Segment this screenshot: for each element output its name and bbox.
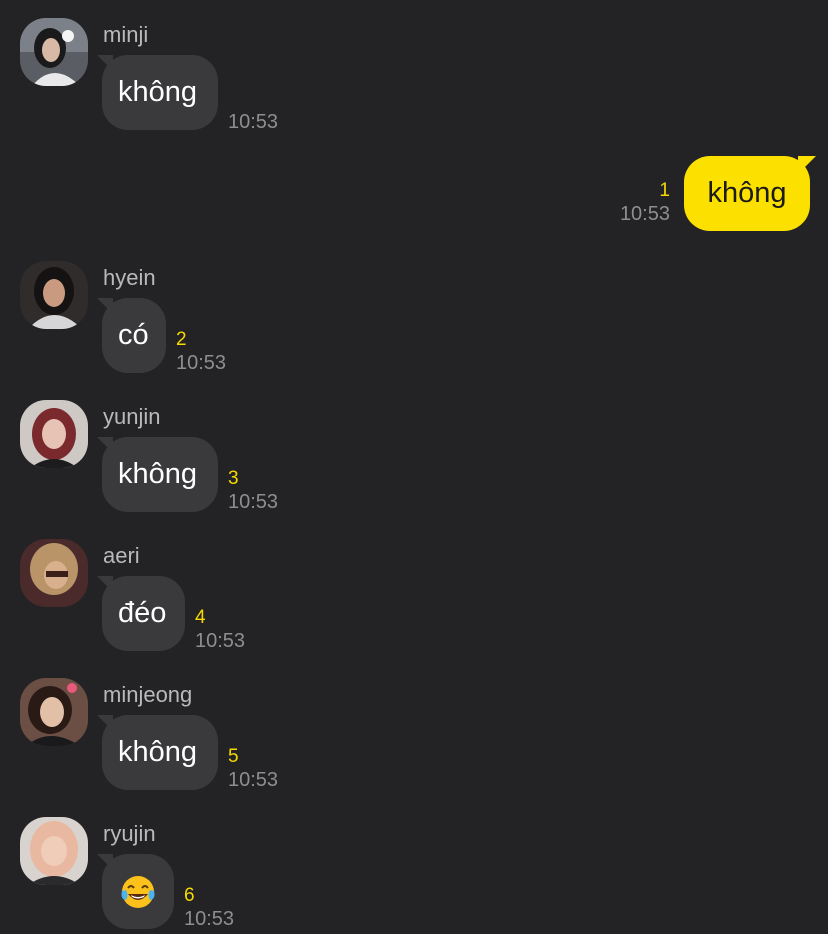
- timestamp: 10:53: [176, 352, 227, 374]
- message-meta: 10:53: [228, 110, 278, 134]
- message-meta: 4 10:53: [195, 607, 245, 653]
- avatar[interactable]: [20, 678, 88, 746]
- avatar[interactable]: [20, 817, 88, 885]
- unread-count: 1: [659, 180, 670, 201]
- avatar[interactable]: [20, 261, 88, 329]
- message-bubble[interactable]: đéo: [97, 576, 185, 651]
- message-meta: 6 10:53: [184, 885, 234, 931]
- avatar[interactable]: [20, 18, 88, 86]
- avatar[interactable]: [20, 400, 88, 468]
- sender-name: ryujin: [103, 821, 156, 846]
- face-with-tears-of-joy-icon: [121, 876, 155, 909]
- timestamp: 10:53: [195, 630, 246, 652]
- message-meta: 3 10:53: [228, 468, 278, 514]
- message-text: không: [118, 76, 198, 108]
- message-meta: 2 10:53: [176, 329, 226, 375]
- unread-count: 6: [184, 885, 195, 906]
- message-bubble[interactable]: có: [97, 298, 166, 373]
- sender-name: minjeong: [103, 682, 193, 707]
- message-bubble[interactable]: không: [97, 437, 218, 512]
- unread-count: 4: [195, 607, 206, 628]
- message-bubble[interactable]: không: [97, 55, 218, 130]
- message-text: có: [118, 319, 149, 351]
- timestamp: 10:53: [228, 491, 279, 513]
- message-text: không: [707, 177, 787, 209]
- outgoing-message-bubble[interactable]: không: [684, 156, 816, 231]
- timestamp: 10:53: [619, 203, 670, 225]
- timestamp: 10:53: [184, 908, 235, 930]
- timestamp: 10:53: [228, 111, 279, 133]
- timestamp: 10:53: [228, 769, 279, 791]
- sender-name: aeri: [103, 543, 140, 568]
- message-bubble[interactable]: [97, 854, 174, 929]
- sender-name: hyein: [103, 265, 156, 290]
- sender-name: minji: [103, 22, 149, 47]
- message-text: đéo: [118, 597, 167, 629]
- sender-name: yunjin: [103, 404, 161, 429]
- unread-count: 5: [228, 746, 239, 767]
- unread-count: 3: [228, 468, 239, 489]
- message-bubble[interactable]: không: [97, 715, 218, 790]
- message-text: không: [118, 736, 198, 768]
- avatar[interactable]: [20, 539, 88, 607]
- message-meta: 5 10:53: [228, 746, 278, 792]
- unread-count: 2: [176, 329, 187, 350]
- message-meta: 1 10:53: [620, 180, 670, 226]
- message-text: không: [118, 458, 198, 490]
